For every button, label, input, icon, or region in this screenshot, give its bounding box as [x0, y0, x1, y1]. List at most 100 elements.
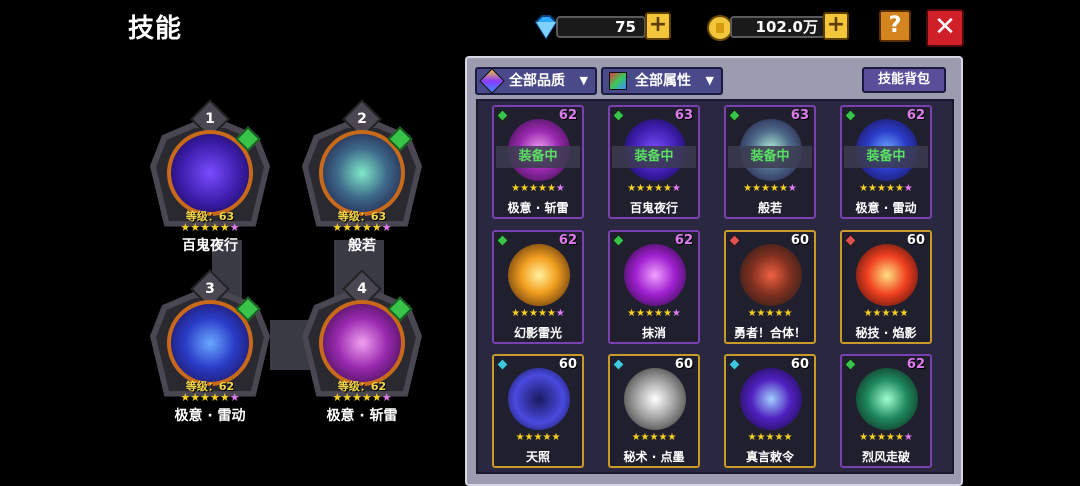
quality-filter-dropdown[interactable]: 全部品质 ▼	[475, 67, 597, 95]
skill-icon-dianmo	[624, 368, 686, 430]
skill-card[interactable]: 60 ★★★★★ 天照	[492, 354, 584, 468]
skill-level: 63	[674, 108, 693, 123]
quality-gem-icon	[612, 109, 625, 122]
skill-card[interactable]: 62 ★★★★★★ 烈风走破	[840, 354, 932, 468]
attribute-filter-icon	[609, 72, 627, 90]
star-rating: ★★★★★	[747, 432, 793, 443]
quality-filter-label: 全部品质	[509, 73, 565, 89]
skill-name: 真言敕令	[745, 450, 794, 464]
skill-card[interactable]: 62 装备中 ★★★★★★ 极意 · 斩雷	[492, 105, 584, 219]
quality-gem-icon	[496, 358, 509, 371]
skill-icon-yanying	[856, 244, 918, 306]
skill-icon-moxiao	[624, 244, 686, 306]
skill-card[interactable]: 63 装备中 ★★★★★★ 百鬼夜行	[608, 105, 700, 219]
chevron-down-icon: ▼	[579, 74, 588, 87]
attribute-filter-label: 全部属性	[635, 73, 691, 89]
skill-level: 60	[906, 233, 925, 248]
equipped-badge: 装备中	[728, 146, 812, 168]
star-rating: ★★★★★★	[332, 221, 392, 234]
slot-skill-name: 极意 · 斩雷	[326, 408, 398, 424]
slot-skill-name: 般若	[348, 238, 376, 254]
slot-number: 1	[205, 111, 215, 127]
quality-gem-icon	[496, 234, 509, 247]
skill-card[interactable]: 62 装备中 ★★★★★★ 极意 · 雷动	[840, 105, 932, 219]
slot-number: 4	[357, 281, 367, 297]
skill-name: 秘技 · 焰影	[855, 326, 917, 340]
equip-slot-2[interactable]: 2 等级：63 ★★★★★★ 般若	[297, 99, 427, 262]
skill-level: 60	[790, 357, 809, 372]
close-button[interactable]: ✕	[926, 9, 964, 47]
quality-gem-icon	[844, 109, 857, 122]
quality-gem-icon	[844, 358, 857, 371]
skill-name: 烈风走破	[861, 450, 910, 464]
skill-card[interactable]: 60 ★★★★★ 真言敕令	[724, 354, 816, 468]
equip-slot-1[interactable]: 1 等级：63 ★★★★★★ 百鬼夜行	[145, 99, 275, 262]
star-rating: ★★★★★★	[511, 183, 565, 194]
gold-currency: 102.0万 +	[706, 12, 851, 42]
quality-gem-icon	[728, 234, 741, 247]
equipped-badge: 装备中	[496, 146, 580, 168]
slot-skill-name: 极意 · 雷动	[174, 408, 246, 424]
star-rating: ★★★★★★	[180, 391, 240, 404]
quality-gem-icon	[728, 109, 741, 122]
skill-icon-zhenyan-chiling	[740, 368, 802, 430]
star-rating: ★★★★★★	[180, 221, 240, 234]
gem-currency: 75 +	[530, 12, 675, 42]
gold-count: 102.0万	[755, 18, 818, 36]
star-rating: ★★★★★★	[627, 308, 681, 319]
skill-name: 极意 · 雷动	[855, 201, 917, 215]
quality-gem-icon	[496, 109, 509, 122]
star-rating: ★★★★★★	[511, 308, 565, 319]
star-rating: ★★★★★★	[859, 432, 913, 443]
equip-slot-3[interactable]: 3 等级：62 ★★★★★★ 极意 · 雷动	[145, 269, 275, 432]
skill-icon-liefeng-zoupo	[856, 368, 918, 430]
skill-bag-button[interactable]: 技能背包	[862, 67, 946, 93]
star-rating: ★★★★★★	[859, 183, 913, 194]
skill-card[interactable]: 62 ★★★★★★ 幻影雷光	[492, 230, 584, 344]
skill-icon-huanyingleiguang	[508, 244, 570, 306]
skill-level: 63	[790, 108, 809, 123]
skill-card[interactable]: 62 ★★★★★★ 抹消	[608, 230, 700, 344]
gem-count: 75	[615, 18, 636, 36]
skill-level: 62	[906, 108, 925, 123]
skill-level: 62	[558, 108, 577, 123]
skill-name: 天照	[525, 450, 550, 464]
skill-level: 62	[906, 357, 925, 372]
slot-skill-name: 百鬼夜行	[182, 238, 238, 254]
skill-level: 60	[558, 357, 577, 372]
skill-name: 般若	[757, 201, 782, 215]
skill-icon-tianzhao	[508, 368, 570, 430]
skill-level: 60	[790, 233, 809, 248]
skill-name: 秘术 · 点墨	[623, 450, 685, 464]
quality-gem-icon	[612, 358, 625, 371]
skill-icon-yongzhe-heti	[740, 244, 802, 306]
skill-card[interactable]: 60 ★★★★★ 勇者！合体！	[724, 230, 816, 344]
skill-name: 勇者！合体！	[733, 326, 806, 340]
star-rating: ★★★★★★	[743, 183, 797, 194]
attribute-filter-dropdown[interactable]: 全部属性 ▼	[601, 67, 723, 95]
skill-name: 百鬼夜行	[629, 201, 678, 215]
quality-gem-icon	[844, 234, 857, 247]
skill-name: 幻影雷光	[513, 326, 562, 340]
quality-gem-icon	[728, 358, 741, 371]
quality-gem-icon	[612, 234, 625, 247]
help-button[interactable]: ?	[879, 10, 911, 42]
skill-card[interactable]: 60 ★★★★★ 秘术 · 点墨	[608, 354, 700, 468]
add-gold-button[interactable]: +	[823, 12, 849, 40]
page-title: 技能	[128, 14, 183, 44]
add-gems-button[interactable]: +	[645, 12, 671, 40]
quality-filter-icon	[479, 68, 505, 94]
equip-slot-4[interactable]: 4 等级：62 ★★★★★★ 极意 · 斩雷	[297, 269, 427, 432]
star-rating: ★★★★★★	[627, 183, 681, 194]
skill-level: 62	[558, 233, 577, 248]
skill-level: 62	[674, 233, 693, 248]
star-rating: ★★★★★★	[332, 391, 392, 404]
skill-card[interactable]: 63 装备中 ★★★★★★ 般若	[724, 105, 816, 219]
skill-card[interactable]: 60 ★★★★★ 秘技 · 焰影	[840, 230, 932, 344]
star-rating: ★★★★★	[747, 308, 793, 319]
star-rating: ★★★★★	[863, 308, 909, 319]
star-rating: ★★★★★	[631, 432, 677, 443]
skill-level: 60	[674, 357, 693, 372]
equipped-badge: 装备中	[844, 146, 928, 168]
slot-number: 2	[357, 111, 367, 127]
